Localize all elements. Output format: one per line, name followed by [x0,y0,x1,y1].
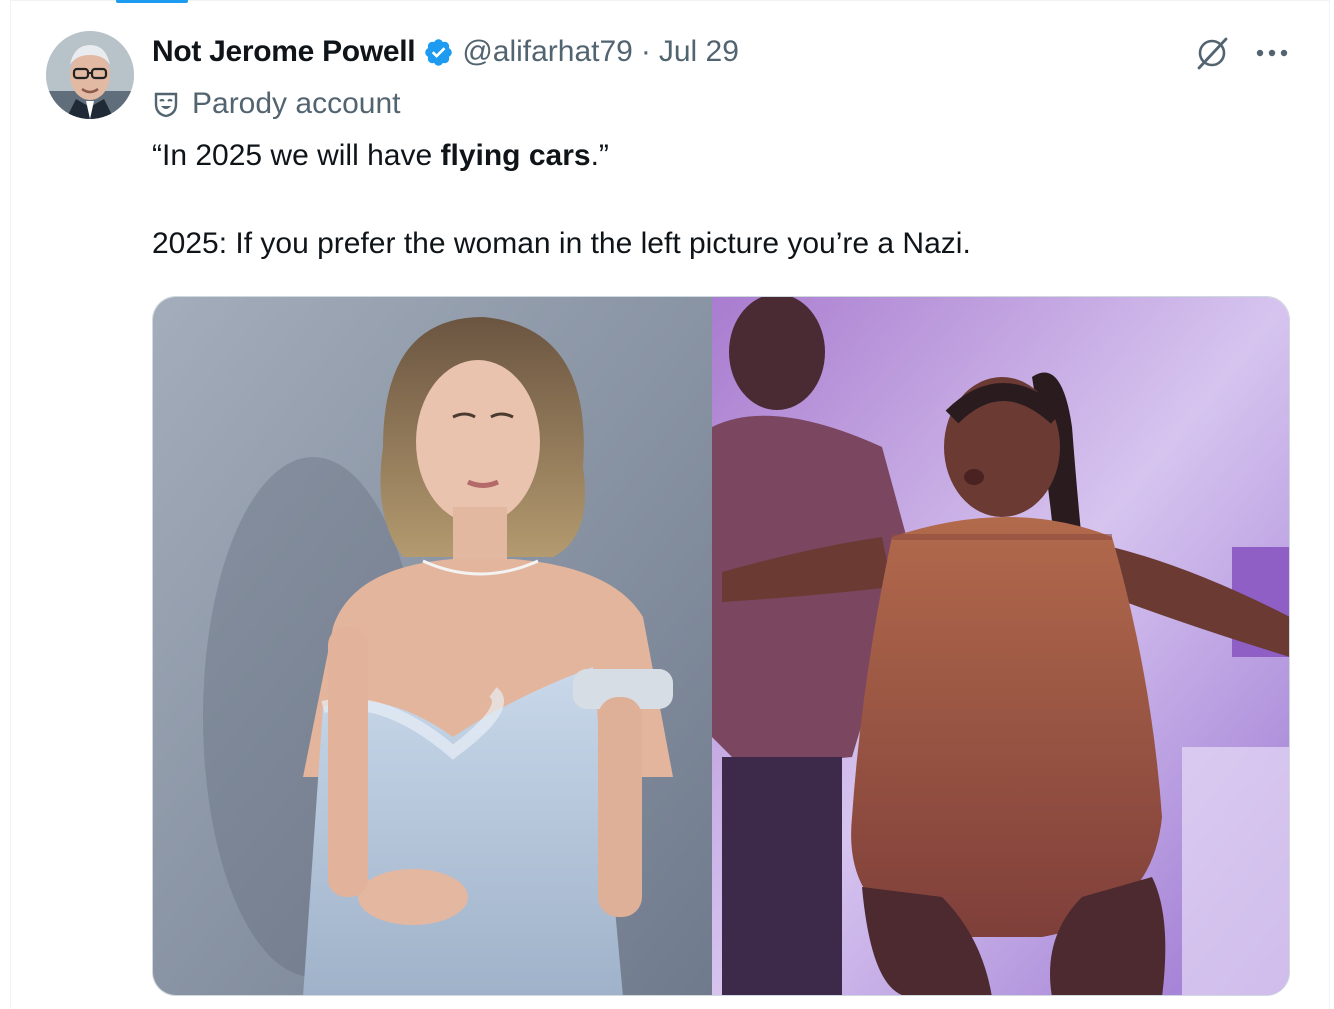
right-photo-image [712,297,1289,995]
more-options-icon[interactable] [1252,38,1292,68]
right-photo[interactable] [712,297,1289,995]
tweet-text: “In 2025 we will have flying cars.” 2025… [152,134,1292,266]
left-photo-image [153,297,713,995]
parody-label-row: Parody account [152,84,400,124]
tweet-date[interactable]: Jul 29 [659,35,739,69]
parody-mask-icon [152,90,180,118]
parody-label: Parody account [192,87,401,120]
tweet-header: Not Jerome Powell @alifarhat79 · Jul 29 [152,30,739,74]
avatar[interactable] [46,31,134,119]
tweet-line-1-bold: flying cars [440,139,591,172]
top-accent-bar [116,0,188,3]
tweet-line-2: 2025: If you prefer the woman in the lef… [152,227,971,260]
grok-icon[interactable] [1191,32,1233,74]
tweet-line-1-start: “In 2025 we will have [152,139,441,172]
avatar-image [46,31,134,119]
separator-dot: · [640,35,651,68]
verified-badge-icon[interactable] [423,37,454,68]
author-display-name[interactable]: Not Jerome Powell [152,35,416,69]
tweet-line-1: “In 2025 we will have flying cars.” [152,134,1292,178]
left-photo[interactable] [153,297,713,995]
tweet-line-1-end: .” [590,139,609,172]
tweet-media[interactable] [152,296,1290,996]
author-handle[interactable]: @alifarhat79 [462,35,633,69]
tweet-line-gap [152,178,1292,222]
